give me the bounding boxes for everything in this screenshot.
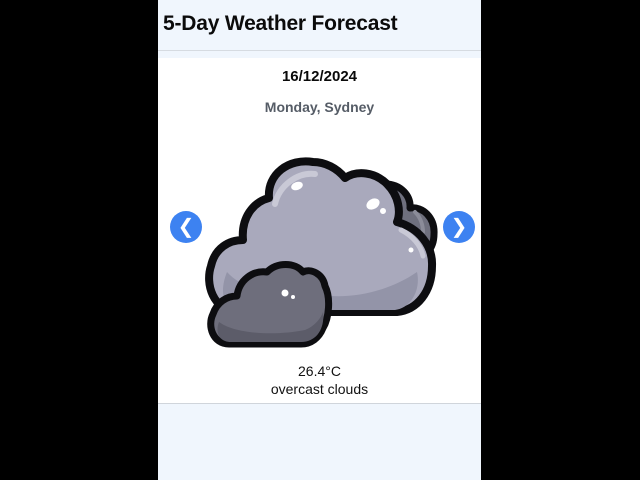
chevron-left-icon: ❮	[177, 216, 195, 238]
forecast-day-location: Monday, Sydney	[264, 99, 375, 115]
forecast-card: 16/12/2024 Monday, Sydney ❮ ❯ 26.4°C ove…	[158, 58, 481, 404]
overcast-clouds-icon	[205, 122, 439, 352]
forecast-temperature: 26.4°C	[298, 363, 341, 379]
forecast-date: 16/12/2024	[281, 68, 358, 85]
chevron-right-icon: ❯	[450, 216, 468, 238]
forecast-description: overcast clouds	[270, 381, 369, 397]
next-day-button[interactable]: ❯	[443, 211, 475, 243]
weather-app: 5-Day Weather Forecast 16/12/2024 Monday…	[158, 0, 481, 480]
app-title: 5-Day Weather Forecast	[163, 12, 398, 35]
app-header: 5-Day Weather Forecast	[158, 0, 481, 51]
previous-day-button[interactable]: ❮	[170, 211, 202, 243]
